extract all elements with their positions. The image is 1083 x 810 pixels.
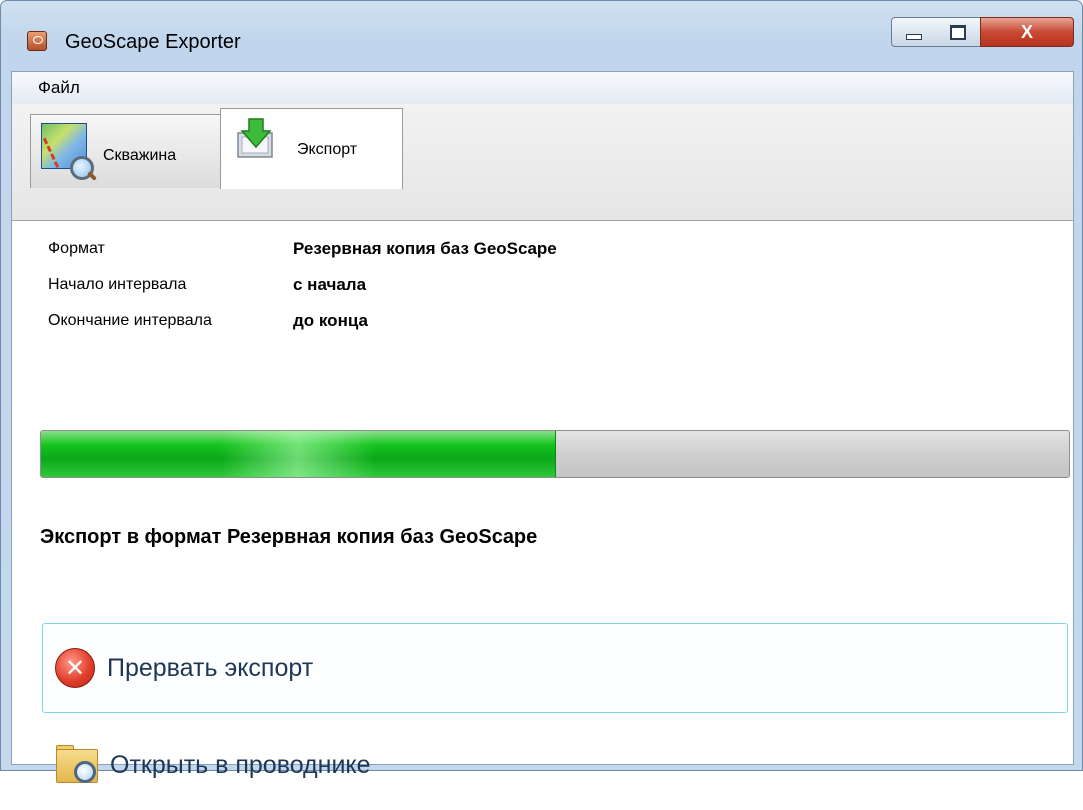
open-in-explorer-label: Открыть в проводнике	[110, 750, 371, 779]
export-progress-bar	[40, 430, 1070, 478]
title-bar[interactable]: GeoScape Exporter X	[1, 1, 1082, 69]
minimize-icon	[906, 34, 922, 40]
interval-start-value: с начала	[293, 275, 367, 294]
interval-end-label: Окончание интервала	[48, 312, 212, 329]
close-button[interactable]: X	[980, 17, 1074, 47]
interval-start-label: Начало интервала	[48, 276, 187, 293]
tab-strip: Скважина Экспорт	[12, 104, 1073, 221]
tab-well-label: Скважина	[103, 147, 177, 164]
error-x-icon: ✕	[55, 648, 95, 688]
tab-export-label: Экспорт	[297, 141, 358, 158]
format-value: Резервная копия баз GeoScape	[293, 239, 557, 258]
app-window: GeoScape Exporter X Файл Скважина Экспор…	[0, 0, 1083, 783]
map-search-icon	[41, 123, 94, 180]
export-status-text: Экспорт в формат Резервная копия баз Geo…	[40, 526, 538, 548]
window-title: GeoScape Exporter	[65, 31, 241, 53]
interval-end-value: до конца	[293, 311, 368, 330]
tab-well[interactable]: Скважина	[30, 114, 230, 188]
export-download-icon	[237, 118, 273, 158]
format-label: Формат	[48, 240, 105, 257]
minimize-button[interactable]	[891, 17, 937, 47]
menu-bar: Файл	[12, 72, 1073, 105]
abort-export-label: Прервать экспорт	[107, 653, 314, 682]
abort-export-button[interactable]: ✕ Прервать экспорт	[42, 623, 1068, 713]
tab-export[interactable]: Экспорт	[220, 108, 403, 189]
maximize-icon	[950, 24, 966, 40]
open-in-explorer-button[interactable]: Открыть в проводнике	[42, 720, 1068, 810]
menu-file[interactable]: Файл	[38, 78, 80, 98]
progress-fill	[41, 431, 556, 477]
client-area: Файл Скважина Экспорт Формат Резервная к…	[11, 71, 1074, 783]
maximize-button[interactable]	[936, 17, 981, 47]
folder-search-icon	[54, 745, 98, 785]
export-panel: Формат Резервная копия баз GeoScape Нача…	[12, 220, 1073, 783]
app-logo-icon	[27, 31, 47, 51]
